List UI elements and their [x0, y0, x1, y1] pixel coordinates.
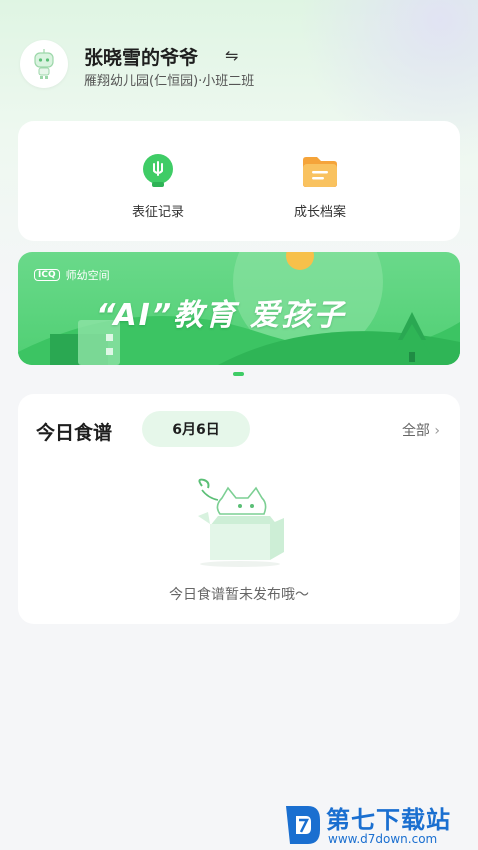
daily-menu-card: 今日食谱 6月6日 全部 › 今日食谱暂未发布哦～: [18, 394, 460, 624]
link-growth-archive[interactable]: 成长档案: [265, 151, 375, 220]
empty-cat-box-illustration: [188, 476, 288, 568]
robot-avatar-icon: [34, 49, 54, 79]
lightbulb-icon: [138, 151, 178, 191]
carousel-indicator: [233, 372, 244, 376]
watermark-url: www.d7down.com: [328, 832, 438, 846]
brand-logo-icon: ICQ: [34, 269, 60, 281]
menu-title: 今日食谱: [36, 422, 113, 444]
link-label: 成长档案: [293, 205, 346, 220]
watermark: 第七下载站 www.d7down.com: [282, 800, 472, 848]
brand-name: 师幼空间: [65, 269, 110, 282]
chevron-right-icon: ›: [434, 423, 440, 439]
watermark-logo-icon: [286, 806, 320, 844]
user-header: 张晓雪的爷爷 ⇋ 雁翔幼儿园(仁恒园)·小班二班: [20, 40, 460, 90]
banner-brand: ICQ 师幼空间: [34, 267, 110, 283]
view-all-link[interactable]: 全部 ›: [402, 420, 440, 440]
link-label: 表征记录: [131, 205, 184, 220]
link-representation-records[interactable]: 表征记录: [103, 151, 213, 220]
quick-links-card: 表征记录 成长档案: [18, 121, 460, 241]
empty-state-text: 今日食谱暂未发布哦～: [169, 587, 309, 603]
user-name[interactable]: 张晓雪的爷爷: [84, 43, 198, 70]
avatar[interactable]: [20, 40, 68, 88]
school-class-label: 雁翔幼儿园(仁恒园)·小班二班: [84, 74, 255, 89]
watermark-title: 第七下载站: [326, 806, 451, 834]
promo-banner[interactable]: ICQ 师幼空间 “AI”教育 爱孩子: [18, 252, 460, 365]
date-pill[interactable]: 6月6日: [142, 411, 250, 447]
switch-account-icon[interactable]: ⇋: [225, 46, 238, 65]
folder-icon: [300, 151, 340, 191]
view-all-label: 全部: [401, 423, 430, 439]
banner-title: “AI”教育 爱孩子: [96, 298, 346, 333]
